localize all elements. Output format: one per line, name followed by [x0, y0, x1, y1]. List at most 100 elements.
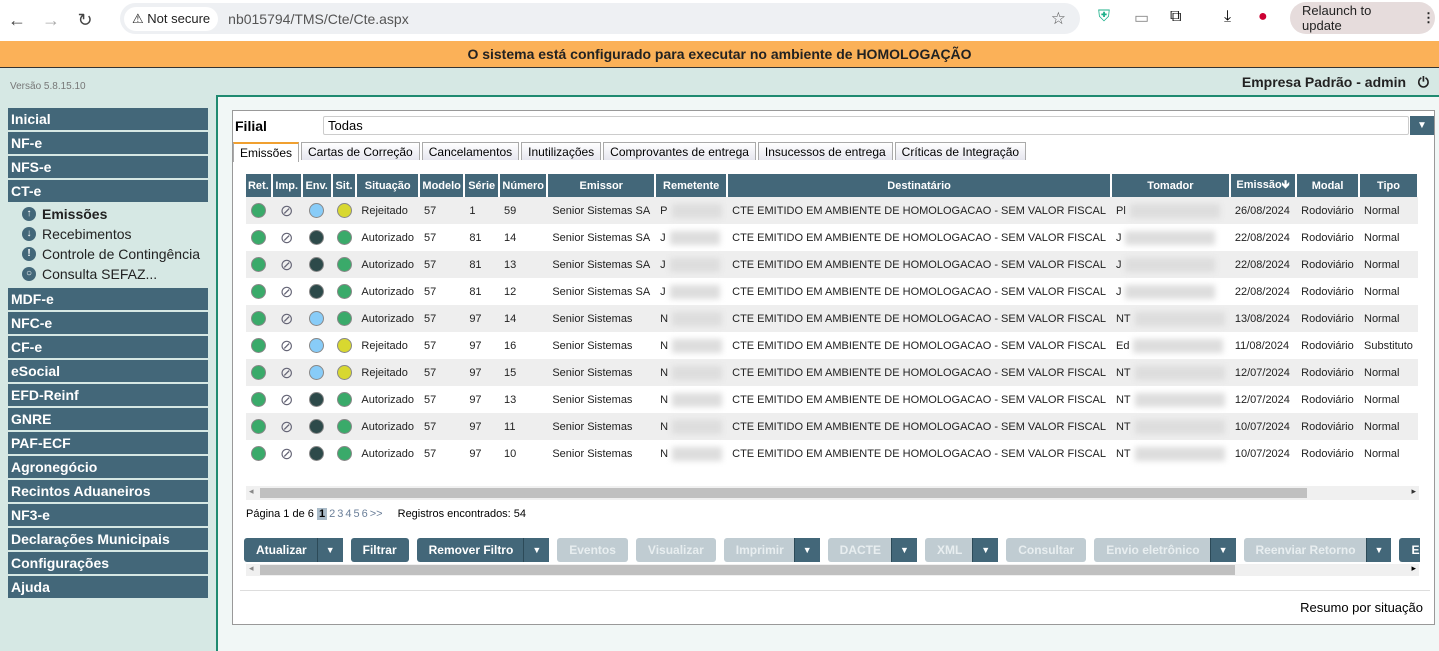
address-bar[interactable]: ⚠ Not secure nb015794/TMS/Cte/Cte.aspx ☆: [120, 3, 1080, 34]
sidebar-item[interactable]: GNRE: [8, 408, 208, 430]
table-row[interactable]: ⊘ Autorizado 57 97 13 Senior Sistemas N CTE EMI…: [246, 386, 1418, 413]
column-header[interactable]: Série: [464, 174, 501, 197]
tab[interactable]: Inutilizações: [521, 142, 602, 160]
tab[interactable]: Críticas de Integração: [894, 142, 1027, 160]
column-header[interactable]: Ret.: [246, 174, 273, 197]
url-text[interactable]: nb015794/TMS/Cte/Cte.aspx: [228, 11, 409, 27]
tab[interactable]: Insucessos de entrega: [757, 142, 893, 160]
filial-select[interactable]: Todas: [323, 116, 1409, 135]
table-row[interactable]: ⊘ Autorizado 57 81 13 Senior Sistemas SA J CTE …: [246, 251, 1418, 278]
sidebar-item[interactable]: CT-e: [8, 180, 208, 202]
tab[interactable]: Emissões: [233, 142, 300, 162]
chevron-down-icon[interactable]: ▼: [793, 538, 820, 562]
chevron-down-icon[interactable]: ▼: [1410, 116, 1434, 135]
table-row[interactable]: ⊘ Autorizado 57 97 14 Senior Sistemas N CTE EMI…: [246, 305, 1418, 332]
action-button[interactable]: Remover Filtro ▼: [416, 538, 550, 562]
cast-icon[interactable]: ▭: [1134, 8, 1149, 28]
sidebar-item[interactable]: NF-e: [8, 132, 208, 154]
sidebar-item[interactable]: MDF-e: [8, 288, 208, 310]
chevron-down-icon[interactable]: ▼: [1209, 538, 1236, 562]
column-header[interactable]: Emissão🡻: [1229, 174, 1298, 197]
action-button[interactable]: Filtrar: [350, 538, 409, 562]
action-button[interactable]: Atualizar ▼: [244, 538, 343, 562]
back-icon[interactable]: ←: [0, 10, 34, 31]
shield-extension-icon[interactable]: ⛨: [1098, 8, 1110, 26]
sidebar-item[interactable]: Recintos Aduaneiros: [8, 480, 208, 502]
column-header[interactable]: Emissor: [547, 174, 657, 197]
table-row[interactable]: ⊘ Rejeitado 57 97 16 Senior Sistemas N CTE EMIT…: [246, 332, 1418, 359]
sidebar-item[interactable]: PAF-ECF: [8, 432, 208, 454]
action-button[interactable]: Reenviar Retorno ▼: [1243, 538, 1392, 562]
action-button[interactable]: Visualizar: [635, 538, 716, 562]
submenu-item[interactable]: ! Controle de Contingência: [8, 244, 208, 264]
toolbar-horizontal-scrollbar[interactable]: ◂ ▸: [246, 563, 1419, 576]
submenu-item[interactable]: ↓ Recebimentos: [8, 224, 208, 244]
extensions-puzzle-icon[interactable]: ⧉: [1170, 8, 1181, 26]
page-link[interactable]: 2: [329, 508, 335, 520]
table-row[interactable]: ⊘ Rejeitado 57 1 59 Senior Sistemas SA P CTE EM…: [246, 197, 1418, 224]
column-header[interactable]: Tipo: [1359, 174, 1419, 197]
column-header[interactable]: Destinatário: [727, 174, 1112, 197]
sidebar-item[interactable]: Ajuda: [8, 576, 208, 598]
page-link[interactable]: >>: [370, 508, 383, 520]
page-link[interactable]: 4: [345, 508, 351, 520]
tab[interactable]: Cancelamentos: [421, 142, 520, 160]
forward-icon[interactable]: →: [34, 10, 68, 31]
sidebar-item[interactable]: eSocial: [8, 360, 208, 382]
table-row[interactable]: ⊘ Autorizado 57 97 10 Senior Sistemas N CTE EMI…: [246, 440, 1418, 467]
summary-by-status[interactable]: Resumo por situação: [1300, 600, 1423, 615]
download-icon[interactable]: ⤓: [1224, 8, 1231, 26]
column-header[interactable]: Sit.: [331, 174, 358, 197]
sidebar-item[interactable]: Configurações: [8, 552, 208, 574]
sidebar-item[interactable]: NFS-e: [8, 156, 208, 178]
chevron-down-icon[interactable]: ▼: [891, 538, 917, 562]
sidebar-item[interactable]: CF-e: [8, 336, 208, 358]
tab[interactable]: Comprovantes de entrega: [603, 142, 756, 160]
column-header[interactable]: Imp.: [271, 174, 303, 197]
sidebar-item[interactable]: NFC-e: [8, 312, 208, 334]
power-icon[interactable]: ⏻: [1418, 74, 1429, 90]
page-link[interactable]: 5: [353, 508, 359, 520]
column-header[interactable]: Modal: [1296, 174, 1360, 197]
action-button[interactable]: DACTE ▼: [827, 538, 917, 562]
column-header[interactable]: Modelo: [419, 174, 466, 197]
table-row[interactable]: ⊘ Autorizado 57 81 14 Senior Sistemas SA J CTE …: [246, 224, 1418, 251]
sidebar-item[interactable]: Declarações Municipais: [8, 528, 208, 550]
chevron-down-icon[interactable]: ▼: [523, 538, 550, 562]
scrollbar-thumb[interactable]: [260, 488, 1307, 498]
chevron-down-icon[interactable]: ▼: [1365, 538, 1392, 562]
chevron-down-icon[interactable]: ▼: [316, 538, 343, 562]
sidebar-item[interactable]: Agronegócio: [8, 456, 208, 478]
submenu-item[interactable]: ↑ Emissões: [8, 204, 208, 224]
action-button[interactable]: XML ▼: [924, 538, 999, 562]
table-horizontal-scrollbar[interactable]: ◂ ▸: [246, 486, 1419, 500]
action-button[interactable]: Consultar: [1006, 538, 1087, 562]
profile-avatar-icon[interactable]: ●: [1258, 8, 1268, 26]
relaunch-button[interactable]: Relaunch to update ⋮: [1290, 2, 1435, 34]
action-button[interactable]: Exp: [1399, 538, 1420, 562]
reload-icon[interactable]: ↻: [68, 10, 102, 31]
sidebar-item[interactable]: Inicial: [8, 108, 208, 130]
chevron-down-icon[interactable]: ▼: [972, 538, 999, 562]
column-header[interactable]: Tomador: [1110, 174, 1231, 197]
page-link[interactable]: 6: [362, 508, 368, 520]
column-header[interactable]: Situação: [356, 174, 421, 197]
sidebar-item[interactable]: NF3-e: [8, 504, 208, 526]
status-dot-icon: [251, 446, 267, 461]
table-row[interactable]: ⊘ Rejeitado 57 97 15 Senior Sistemas N CTE EMIT…: [246, 359, 1418, 386]
column-header[interactable]: Remetente: [655, 174, 729, 197]
column-header[interactable]: Número: [499, 174, 549, 197]
scrollbar-thumb[interactable]: [260, 565, 1235, 575]
action-button[interactable]: Eventos: [557, 538, 628, 562]
not-secure-badge[interactable]: ⚠ Not secure: [124, 6, 219, 31]
page-link[interactable]: 3: [337, 508, 343, 520]
tab[interactable]: Cartas de Correção: [301, 142, 420, 160]
table-row[interactable]: ⊘ Autorizado 57 97 11 Senior Sistemas N CTE EMI…: [246, 413, 1418, 440]
sidebar-item[interactable]: EFD-Reinf: [8, 384, 208, 406]
column-header[interactable]: Env.: [301, 174, 333, 197]
action-button[interactable]: Imprimir ▼: [723, 538, 820, 562]
submenu-item[interactable]: ○ Consulta SEFAZ...: [8, 264, 208, 284]
bookmark-star-icon[interactable]: ☆: [1051, 9, 1066, 29]
table-row[interactable]: ⊘ Autorizado 57 81 12 Senior Sistemas SA J CTE …: [246, 278, 1418, 305]
action-button[interactable]: Envio eletrônico ▼: [1094, 538, 1236, 562]
